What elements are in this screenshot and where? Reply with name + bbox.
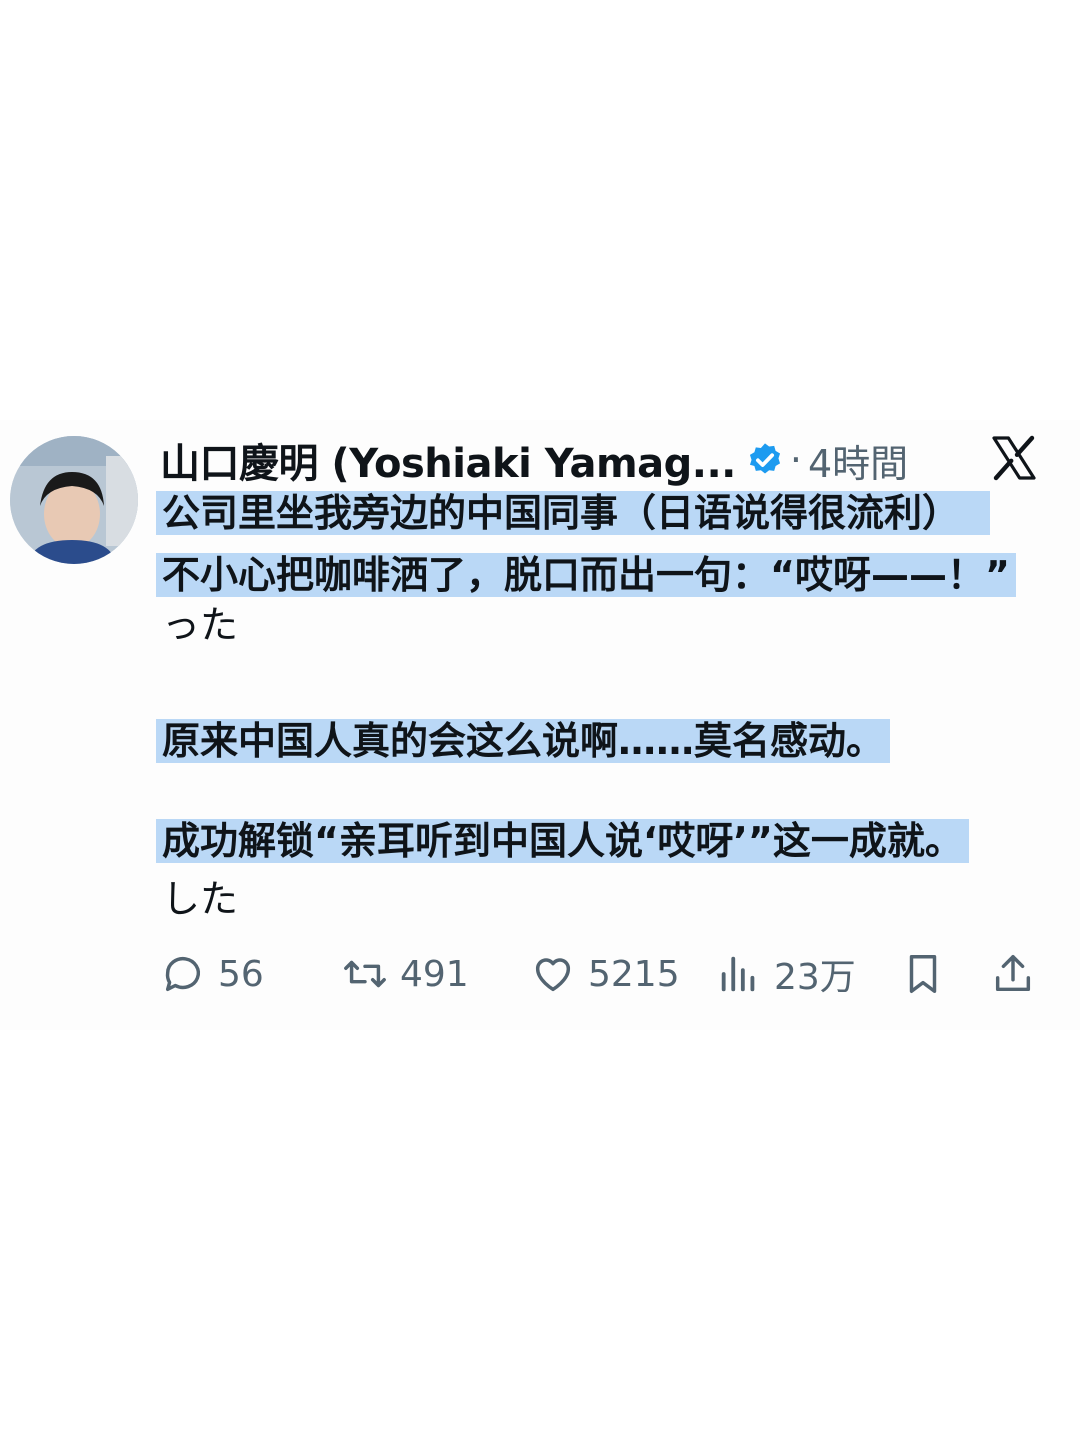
repost-count: 491 (400, 953, 469, 995)
avatar-image (10, 436, 138, 564)
post-header: 山口慶明 (Yoshiaki Yamag... · 4時間 (160, 432, 908, 488)
action-bar: 56 491 5215 23万 (0, 944, 1080, 1004)
repost-icon (344, 960, 386, 988)
post-text-line-5: 成功解锁“亲耳听到中国人说‘哎呀’”这一成就。 (156, 816, 969, 866)
reply-button[interactable]: 56 (160, 944, 264, 1004)
bookmark-icon (909, 955, 937, 993)
reply-icon (165, 957, 201, 992)
author-name[interactable]: 山口慶明 (Yoshiaki Yamag... (160, 431, 736, 489)
x-logo-icon[interactable] (990, 434, 1038, 482)
post-card: 山口慶明 (Yoshiaki Yamag... · 4時間 公司里坐我旁边的中国… (0, 420, 1080, 1030)
avatar[interactable] (10, 436, 138, 564)
share-button[interactable] (990, 944, 1048, 1004)
post-text-line-3: った (162, 603, 239, 647)
views-button[interactable]: 23万 (716, 944, 856, 1004)
repost-button[interactable]: 491 (342, 944, 469, 1004)
post-text-line-1: 公司里坐我旁边的中国同事（日语说得很流利） (156, 488, 991, 538)
like-icon (535, 958, 571, 992)
reply-count: 56 (218, 953, 264, 995)
post-text-line-4: 原来中国人真的会这么说啊……莫名感动。 (156, 716, 891, 766)
like-button[interactable]: 5215 (530, 944, 680, 1004)
dot-separator: · (789, 438, 802, 482)
verified-badge-icon (749, 443, 780, 474)
views-icon (721, 956, 755, 992)
bookmark-button[interactable] (900, 944, 958, 1004)
views-count: 23万 (774, 957, 856, 998)
post-text-line-2: 不小心把咖啡洒了，脱口而出一句：“哎呀——！” (156, 550, 1016, 600)
share-icon (995, 955, 1031, 992)
like-count: 5215 (588, 953, 680, 995)
post-time[interactable]: 4時間 (808, 433, 908, 488)
post-text-line-6: した (162, 877, 239, 921)
